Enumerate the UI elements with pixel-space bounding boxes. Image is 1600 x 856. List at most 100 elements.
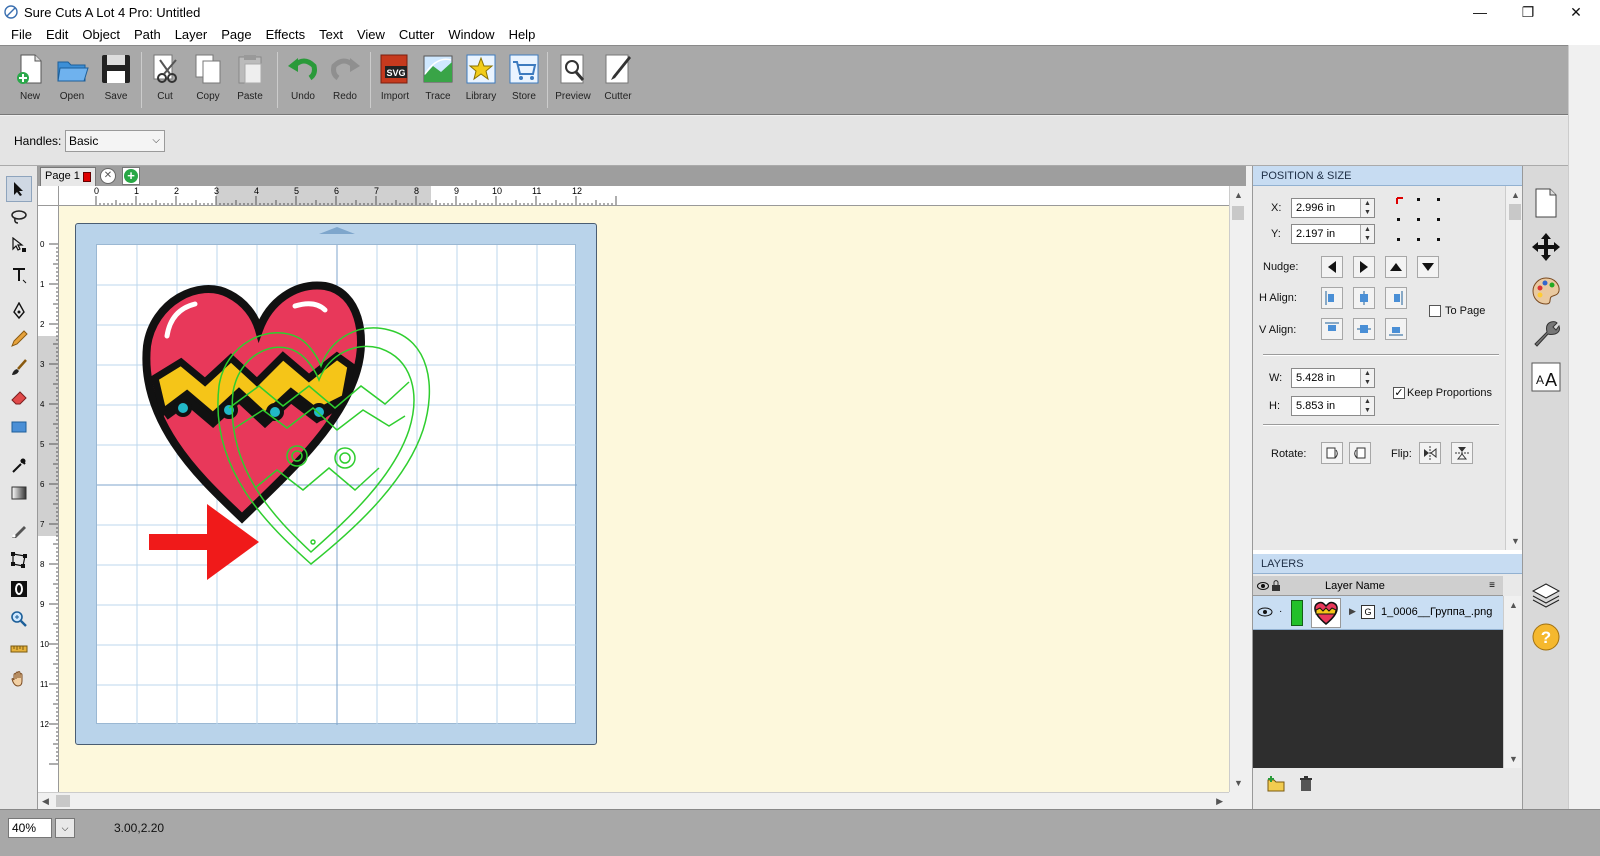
align-middle-v-button[interactable] — [1353, 318, 1375, 340]
contour-tool[interactable] — [6, 576, 32, 602]
pencil-tool[interactable] — [6, 326, 32, 352]
menu-layer[interactable]: Layer — [168, 27, 215, 42]
width-field[interactable]: 5.428 in ▲ ▼ — [1291, 368, 1375, 388]
cut-button[interactable]: Cut — [143, 52, 187, 110]
scroll-up-icon[interactable]: ▲ — [1509, 600, 1518, 610]
zoom-tool[interactable] — [6, 606, 32, 632]
height-field[interactable]: 5.853 in ▲ ▼ — [1291, 396, 1375, 416]
menu-cutter[interactable]: Cutter — [392, 27, 441, 42]
pen-tool[interactable] — [6, 298, 32, 324]
visibility-eye-icon[interactable] — [1257, 607, 1273, 617]
import-button[interactable]: SVG Import — [373, 52, 417, 110]
style-panel-button[interactable] — [1529, 274, 1563, 308]
x-position-field[interactable]: 2.996 in ▲ ▼ — [1291, 198, 1375, 218]
spin-updown-icon[interactable]: ▲ ▼ — [1360, 225, 1374, 243]
paste-button[interactable]: Paste — [228, 52, 272, 110]
nudge-down-button[interactable] — [1417, 256, 1439, 278]
align-bottom-button[interactable] — [1385, 318, 1407, 340]
align-top-button[interactable] — [1321, 318, 1343, 340]
scroll-down-icon[interactable]: ▼ — [1509, 754, 1518, 764]
lasso-tool[interactable] — [6, 204, 32, 230]
select-tool[interactable] — [6, 176, 32, 202]
eraser-tool[interactable] — [6, 384, 32, 410]
scroll-up-icon[interactable]: ▲ — [1234, 190, 1243, 200]
pan-tool[interactable] — [6, 666, 32, 692]
brush-tool[interactable] — [6, 355, 32, 381]
maximize-button[interactable]: ❐ — [1504, 0, 1552, 24]
spin-updown-icon[interactable]: ▲ ▼ — [1360, 397, 1374, 415]
nudge-right-button[interactable] — [1353, 256, 1375, 278]
to-page-checkbox[interactable] — [1429, 305, 1441, 317]
position-size-panel-button[interactable] — [1529, 230, 1563, 264]
y-position-field[interactable]: 2.197 in ▲ ▼ — [1291, 224, 1375, 244]
keep-proportions-checkbox[interactable]: ✓ — [1393, 387, 1405, 399]
scroll-thumb[interactable] — [1232, 206, 1244, 220]
menu-text[interactable]: Text — [312, 27, 350, 42]
layers-scrollbar[interactable]: ▲ ▼ — [1503, 596, 1521, 768]
preview-button[interactable]: Preview — [551, 52, 595, 110]
menu-path[interactable]: Path — [127, 27, 168, 42]
menu-edit[interactable]: Edit — [39, 27, 75, 42]
handles-select[interactable]: Basic ⌵ — [65, 130, 165, 152]
menu-page[interactable]: Page — [214, 27, 258, 42]
document-panel-button[interactable] — [1529, 186, 1563, 220]
tab-page-1[interactable]: Page 1 — [40, 167, 96, 186]
canvas-horizontal-scrollbar[interactable]: ◀ ▶ — [38, 792, 1229, 809]
flip-vertical-button[interactable] — [1451, 442, 1473, 464]
expand-triangle-icon[interactable]: ▶ — [1349, 606, 1356, 617]
menu-view[interactable]: View — [350, 27, 392, 42]
spin-updown-icon[interactable]: ▲ ▼ — [1360, 369, 1374, 387]
properties-scrollbar[interactable]: ▲ ▼ — [1505, 186, 1523, 550]
layer-name[interactable]: 1_0006__Группа_.png — [1381, 606, 1492, 618]
canvas-vertical-scrollbar[interactable]: ▲ ▼ — [1229, 186, 1246, 792]
minimize-button[interactable]: — — [1456, 0, 1504, 24]
close-page-icon[interactable]: ✕ — [100, 168, 116, 184]
scroll-down-icon[interactable]: ▼ — [1511, 536, 1520, 546]
add-layer-icon[interactable] — [1267, 776, 1285, 792]
measure-tool[interactable] — [6, 636, 32, 662]
zoom-dropdown-chevron-icon[interactable]: ⌵ — [55, 818, 75, 838]
knife-tool[interactable] — [6, 518, 32, 544]
effects-panel-button[interactable] — [1529, 316, 1563, 350]
flip-horizontal-button[interactable] — [1419, 442, 1441, 464]
layer-color-swatch[interactable] — [1291, 600, 1303, 626]
nudge-left-button[interactable] — [1321, 256, 1343, 278]
layers-panel-button[interactable] — [1529, 578, 1563, 612]
close-window-button[interactable]: ✕ — [1552, 0, 1600, 24]
eyedropper-tool[interactable] — [6, 452, 32, 478]
text-tool[interactable] — [6, 262, 32, 288]
redo-button[interactable]: Redo — [323, 52, 367, 110]
zoom-level-field[interactable]: 40% — [8, 818, 52, 838]
help-button[interactable]: ? — [1529, 620, 1563, 654]
gradient-tool[interactable] — [6, 480, 32, 506]
text-panel-button[interactable]: AA — [1529, 360, 1563, 394]
menu-lines-icon[interactable]: ≡ — [1489, 576, 1495, 596]
align-right-button[interactable] — [1385, 287, 1407, 309]
scroll-up-icon[interactable]: ▲ — [1511, 190, 1520, 200]
store-button[interactable]: Store — [502, 52, 546, 110]
transform-tool[interactable] — [6, 547, 32, 573]
trace-button[interactable]: Trace — [416, 52, 460, 110]
add-page-button[interactable]: + — [122, 167, 140, 185]
scroll-thumb[interactable] — [56, 795, 70, 807]
rotate-left-button[interactable] — [1321, 442, 1343, 464]
undo-button[interactable]: Undo — [281, 52, 325, 110]
open-button[interactable]: Open — [50, 52, 94, 110]
copy-button[interactable]: Copy — [186, 52, 230, 110]
design-canvas[interactable] — [59, 206, 1229, 792]
lock-toggle[interactable]: · — [1279, 606, 1282, 617]
menu-window[interactable]: Window — [441, 27, 501, 42]
cutter-button[interactable]: Cutter — [596, 52, 640, 110]
menu-help[interactable]: Help — [502, 27, 543, 42]
new-button[interactable]: New — [8, 52, 52, 110]
scroll-left-icon[interactable]: ◀ — [42, 796, 49, 807]
align-center-h-button[interactable] — [1353, 287, 1375, 309]
menu-object[interactable]: Object — [75, 27, 127, 42]
menu-effects[interactable]: Effects — [259, 27, 313, 42]
node-edit-tool[interactable] — [6, 232, 32, 258]
reference-point-grid[interactable] — [1395, 196, 1445, 246]
heart-image[interactable] — [142, 281, 365, 524]
scroll-down-icon[interactable]: ▼ — [1234, 778, 1243, 788]
delete-layer-trash-icon[interactable] — [1299, 776, 1313, 792]
align-left-button[interactable] — [1321, 287, 1343, 309]
